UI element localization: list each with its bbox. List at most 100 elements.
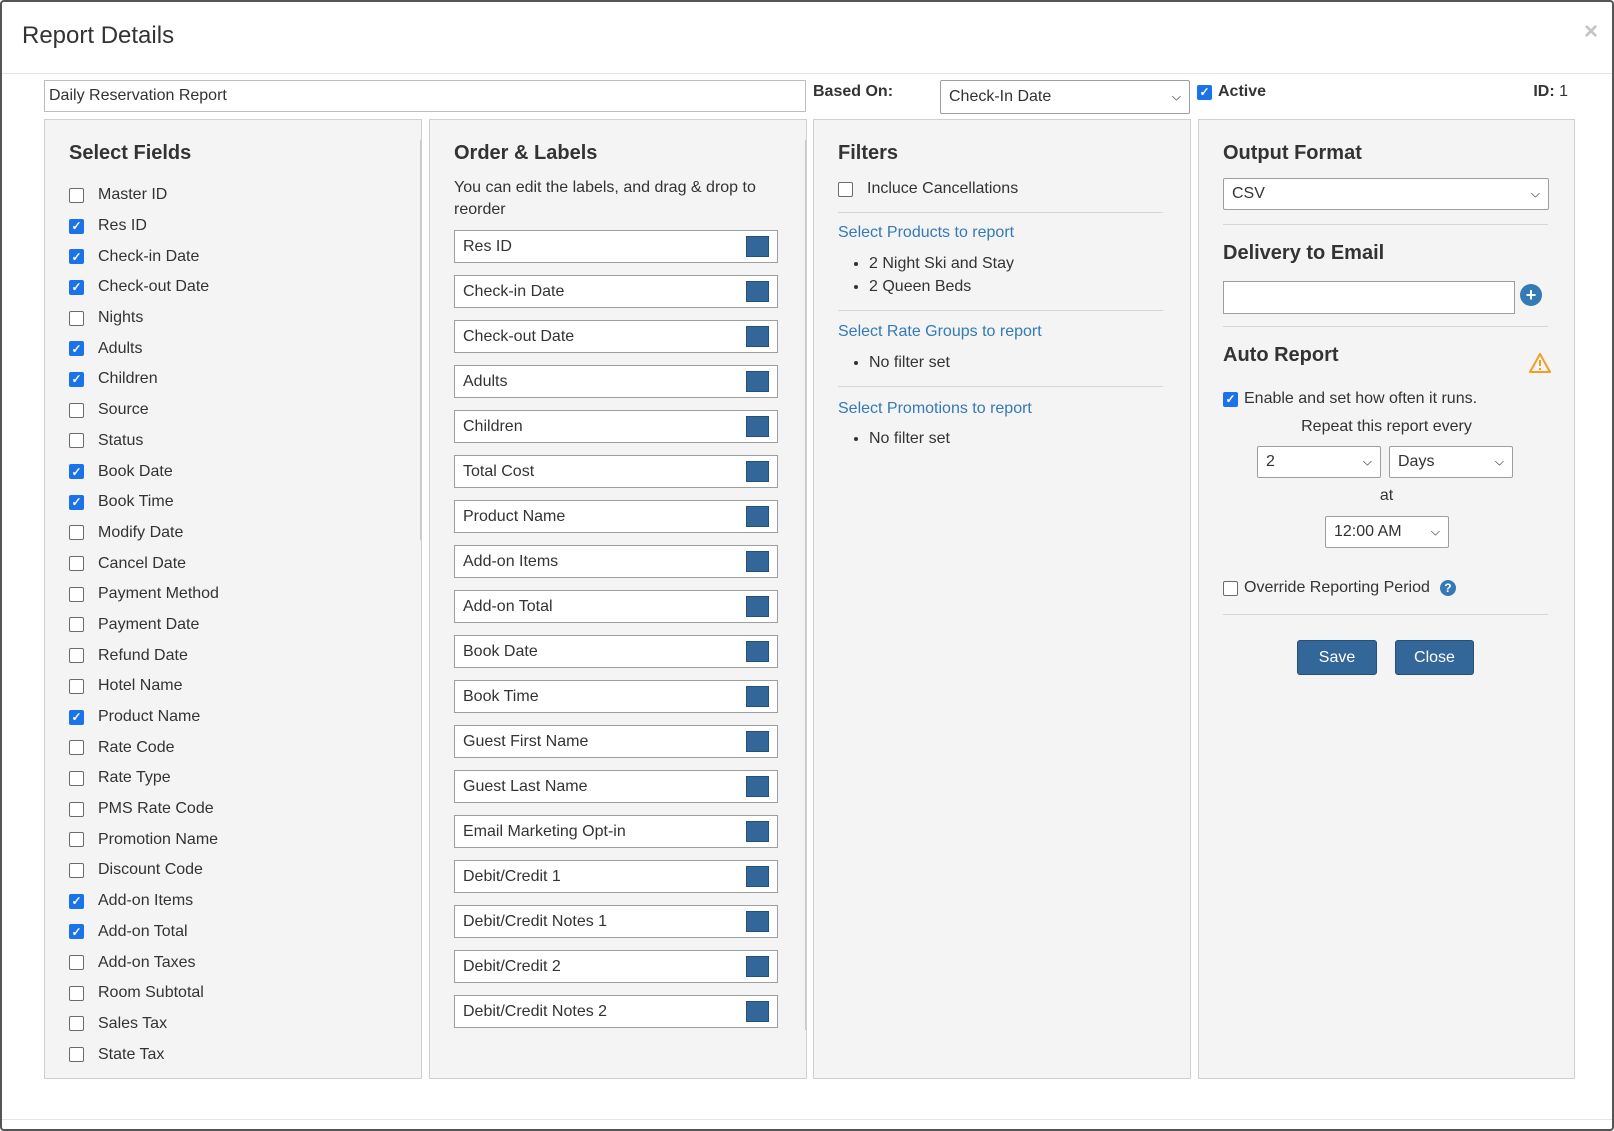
field-checkbox[interactable] bbox=[69, 862, 84, 878]
field-item[interactable]: Payment Method bbox=[69, 579, 409, 610]
label-text[interactable]: Email Marketing Opt-in bbox=[463, 823, 626, 841]
field-checkbox[interactable] bbox=[69, 341, 84, 357]
time-select[interactable]: 12:00 AM ⌵ bbox=[1325, 516, 1449, 548]
field-item[interactable]: Source bbox=[69, 395, 409, 426]
label-item[interactable]: Add-on Items bbox=[454, 545, 778, 578]
field-item[interactable]: Hotel Name bbox=[69, 671, 409, 702]
field-checkbox[interactable] bbox=[69, 801, 84, 817]
color-swatch[interactable] bbox=[746, 1001, 769, 1022]
field-checkbox[interactable] bbox=[69, 924, 84, 940]
field-checkbox[interactable] bbox=[69, 464, 84, 480]
field-item[interactable]: Res ID bbox=[69, 211, 409, 242]
field-checkbox[interactable] bbox=[69, 279, 84, 295]
label-text[interactable]: Check-out Date bbox=[463, 328, 574, 346]
select-promotions-link[interactable]: Select Promotions to report bbox=[838, 400, 1032, 418]
close-icon[interactable]: × bbox=[1584, 18, 1598, 46]
repeat-unit-select[interactable]: Days ⌵ bbox=[1389, 446, 1513, 478]
field-checkbox[interactable] bbox=[69, 525, 84, 541]
color-swatch[interactable] bbox=[746, 686, 769, 707]
color-swatch[interactable] bbox=[746, 776, 769, 797]
field-checkbox[interactable] bbox=[69, 310, 84, 326]
label-item[interactable]: Debit/Credit 1 bbox=[454, 860, 778, 893]
color-swatch[interactable] bbox=[746, 731, 769, 752]
repeat-number-select[interactable]: 2 ⌵ bbox=[1257, 446, 1381, 478]
field-item[interactable]: Room Subtotal bbox=[69, 978, 409, 1009]
enable-auto-report-row[interactable]: Enable and set how often it runs. bbox=[1223, 390, 1477, 408]
field-item[interactable]: Check-out Date bbox=[69, 272, 409, 303]
field-item[interactable]: Master ID bbox=[69, 180, 409, 211]
label-item[interactable]: Guest Last Name bbox=[454, 770, 778, 803]
color-swatch[interactable] bbox=[746, 956, 769, 977]
field-item[interactable]: Product Name bbox=[69, 702, 409, 733]
field-checkbox[interactable] bbox=[69, 832, 84, 848]
field-item[interactable]: Cancel Date bbox=[69, 548, 409, 579]
label-text[interactable]: Debit/Credit 1 bbox=[463, 868, 561, 886]
color-swatch[interactable] bbox=[746, 821, 769, 842]
field-item[interactable]: Book Time bbox=[69, 487, 409, 518]
active-checkbox-row[interactable]: Active bbox=[1197, 83, 1266, 101]
field-checkbox[interactable] bbox=[69, 678, 84, 694]
field-checkbox[interactable] bbox=[69, 985, 84, 1001]
save-button[interactable]: Save bbox=[1297, 640, 1377, 675]
label-text[interactable]: Debit/Credit 2 bbox=[463, 958, 561, 976]
label-text[interactable]: Debit/Credit Notes 1 bbox=[463, 913, 607, 931]
field-checkbox[interactable] bbox=[69, 893, 84, 909]
field-checkbox[interactable] bbox=[69, 218, 84, 234]
label-text[interactable]: Adults bbox=[463, 373, 507, 391]
field-checkbox[interactable] bbox=[69, 1016, 84, 1032]
color-swatch[interactable] bbox=[746, 911, 769, 932]
color-swatch[interactable] bbox=[746, 326, 769, 347]
field-checkbox[interactable] bbox=[69, 770, 84, 786]
label-text[interactable]: Debit/Credit Notes 2 bbox=[463, 1003, 607, 1021]
field-checkbox[interactable] bbox=[69, 1047, 84, 1063]
label-item[interactable]: Add-on Total bbox=[454, 590, 778, 623]
color-swatch[interactable] bbox=[746, 596, 769, 617]
color-swatch[interactable] bbox=[746, 281, 769, 302]
field-item[interactable]: Modify Date bbox=[69, 518, 409, 549]
color-swatch[interactable] bbox=[746, 866, 769, 887]
label-item[interactable]: Guest First Name bbox=[454, 725, 778, 758]
output-format-select[interactable]: CSV ⌵ bbox=[1223, 178, 1549, 210]
delivery-email-input[interactable] bbox=[1223, 281, 1515, 314]
field-item[interactable]: Check-in Date bbox=[69, 241, 409, 272]
field-item[interactable]: State Tax bbox=[69, 1039, 409, 1070]
label-text[interactable]: Guest First Name bbox=[463, 733, 588, 751]
override-period-checkbox[interactable] bbox=[1223, 580, 1238, 596]
label-item[interactable]: Book Date bbox=[454, 635, 778, 668]
color-swatch[interactable] bbox=[746, 371, 769, 392]
field-checkbox[interactable] bbox=[69, 402, 84, 418]
label-item[interactable]: Total Cost bbox=[454, 455, 778, 488]
label-item[interactable]: Debit/Credit Notes 1 bbox=[454, 905, 778, 938]
label-text[interactable]: Add-on Items bbox=[463, 553, 558, 571]
help-icon[interactable]: ? bbox=[1439, 580, 1456, 596]
label-text[interactable]: Add-on Total bbox=[463, 598, 553, 616]
field-checkbox[interactable] bbox=[69, 740, 84, 756]
color-swatch[interactable] bbox=[746, 551, 769, 572]
include-cancellations-checkbox[interactable] bbox=[838, 181, 853, 197]
field-item[interactable]: Add-on Taxes bbox=[69, 947, 409, 978]
label-item[interactable]: Product Name bbox=[454, 500, 778, 533]
label-text[interactable]: Check-in Date bbox=[463, 283, 564, 301]
label-text[interactable]: Book Date bbox=[463, 643, 538, 661]
field-item[interactable]: Payment Date bbox=[69, 610, 409, 641]
report-name-input[interactable] bbox=[44, 80, 806, 112]
select-products-link[interactable]: Select Products to report bbox=[838, 224, 1014, 242]
field-item[interactable]: PMS Rate Code bbox=[69, 794, 409, 825]
label-text[interactable]: Guest Last Name bbox=[463, 778, 588, 796]
field-checkbox[interactable] bbox=[69, 556, 84, 572]
field-item[interactable]: Discount Code bbox=[69, 855, 409, 886]
label-item[interactable]: Children bbox=[454, 410, 778, 443]
field-item[interactable]: Children bbox=[69, 364, 409, 395]
field-item[interactable]: Book Date bbox=[69, 456, 409, 487]
color-swatch[interactable] bbox=[746, 641, 769, 662]
color-swatch[interactable] bbox=[746, 416, 769, 437]
label-item[interactable]: Debit/Credit 2 bbox=[454, 950, 778, 983]
label-text[interactable]: Product Name bbox=[463, 508, 565, 526]
label-item[interactable]: Book Time bbox=[454, 680, 778, 713]
label-text[interactable]: Res ID bbox=[463, 238, 512, 256]
field-item[interactable]: Add-on Total bbox=[69, 917, 409, 948]
scrollbar[interactable] bbox=[420, 140, 421, 540]
field-item[interactable]: Adults bbox=[69, 333, 409, 364]
field-checkbox[interactable] bbox=[69, 617, 84, 633]
field-checkbox[interactable] bbox=[69, 648, 84, 664]
